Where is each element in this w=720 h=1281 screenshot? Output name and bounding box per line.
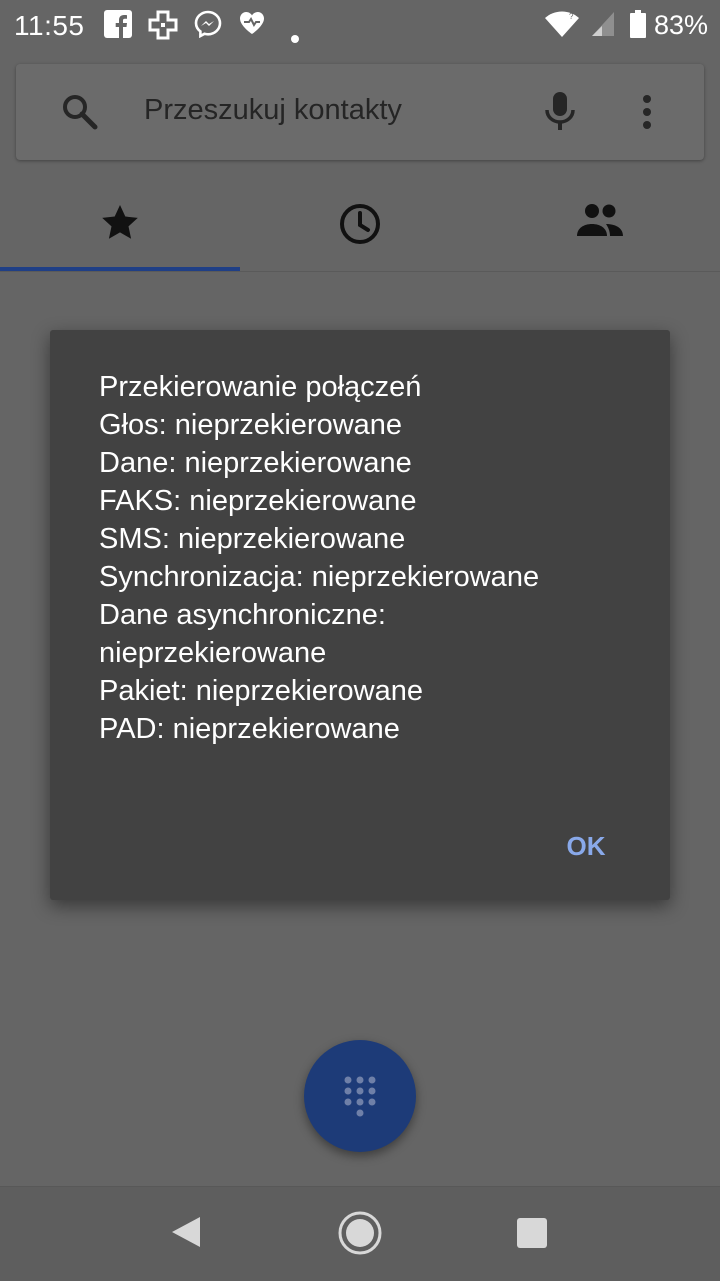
- dialpad-icon: [344, 1076, 376, 1117]
- tab-recents[interactable]: [240, 180, 480, 272]
- dialpad-button[interactable]: [304, 1040, 416, 1152]
- messenger-icon: [194, 10, 222, 45]
- recents-icon[interactable]: [516, 1217, 548, 1254]
- tab-favorites[interactable]: [0, 180, 240, 272]
- home-icon[interactable]: [336, 1209, 384, 1262]
- clock-icon: [340, 204, 380, 244]
- tab-bar: [0, 180, 720, 272]
- more-vert-icon[interactable]: [642, 94, 652, 135]
- heart-pulse-icon: [238, 10, 266, 43]
- medical-cross-icon: [148, 10, 178, 47]
- search-icon[interactable]: [60, 92, 100, 137]
- ok-button[interactable]: OK: [546, 824, 626, 868]
- dialog-line: Pakiet: nieprzekierowane: [99, 675, 424, 707]
- dialog-line: nieprzekierowane: [99, 637, 327, 669]
- dialog-line: Dane: nieprzekierowane: [99, 447, 412, 479]
- search-input[interactable]: Przeszukuj kontakty: [144, 94, 402, 127]
- dialog-message: Przekierowanie połączeń Głos: nieprzekie…: [99, 368, 639, 748]
- people-icon: [577, 204, 623, 236]
- star-icon: [102, 205, 138, 239]
- tab-contacts[interactable]: [480, 180, 720, 272]
- dialog-line: Synchronizacja: nieprzekierowane: [99, 561, 540, 593]
- dialog-line: Głos: nieprzekierowane: [99, 409, 403, 441]
- tabs-divider: [0, 271, 720, 272]
- navigation-bar: [0, 1186, 720, 1281]
- mic-icon[interactable]: [542, 90, 578, 139]
- search-bar[interactable]: Przeszukuj kontakty: [16, 64, 704, 160]
- wifi-icon: ?: [544, 10, 580, 45]
- notification-dot-icon: [290, 20, 300, 51]
- dialog-line: PAD: nieprzekierowane: [99, 713, 400, 745]
- back-icon[interactable]: [170, 1215, 202, 1254]
- dialog-line: Dane asynchroniczne:: [99, 599, 386, 631]
- call-forwarding-dialog: Przekierowanie połączeń Głos: nieprzekie…: [50, 330, 670, 900]
- signal-icon: [590, 10, 616, 45]
- svg-text:?: ?: [569, 12, 574, 21]
- dialog-title: Przekierowanie połączeń: [99, 371, 422, 403]
- battery-icon: [630, 10, 646, 45]
- dialog-line: FAKS: nieprzekierowane: [99, 485, 417, 517]
- dialog-line: SMS: nieprzekierowane: [99, 523, 406, 555]
- battery-percentage: 83%: [653, 10, 708, 40]
- facebook-icon: [104, 10, 132, 45]
- status-time: 11:55: [14, 10, 85, 41]
- status-bar: 11:55 ? 83%: [0, 0, 720, 52]
